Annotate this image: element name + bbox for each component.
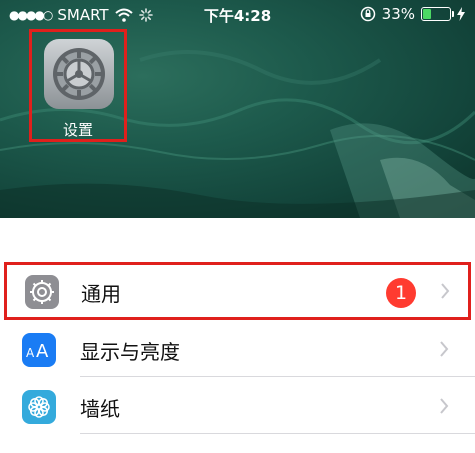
- text-size-icon: A A: [22, 333, 56, 367]
- rotation-lock-icon: [360, 6, 375, 22]
- settings-list: 通用 1 A A 显示与亮度 墙纸: [0, 262, 475, 434]
- chevron-right-icon: [440, 341, 449, 357]
- settings-row-wallpaper[interactable]: 墙纸: [0, 377, 475, 434]
- charging-bolt-icon: [457, 7, 465, 21]
- gear-icon: [53, 48, 105, 100]
- gear-icon: [25, 275, 59, 309]
- settings-app-highlight[interactable]: 设置: [29, 29, 127, 142]
- notification-badge: 1: [386, 278, 416, 308]
- svg-text:A: A: [26, 346, 35, 360]
- chevron-right-icon: [440, 398, 449, 414]
- status-bar: ●●●●○ SMART 下午4:28 33%: [0, 0, 475, 30]
- settings-row-label: 墙纸: [80, 397, 120, 421]
- home-screen: ●●●●○ SMART 下午4:28 33% 设置: [0, 0, 475, 218]
- settings-row-label: 通用: [81, 282, 121, 306]
- flower-icon: [22, 390, 56, 424]
- chevron-right-icon: [441, 283, 450, 299]
- row-separator: [80, 433, 475, 434]
- settings-row-display-brightness[interactable]: A A 显示与亮度: [0, 320, 475, 377]
- svg-text:A: A: [36, 341, 49, 360]
- battery-percent: 33%: [381, 5, 415, 23]
- settings-row-label: 显示与亮度: [80, 340, 180, 364]
- settings-app-label: 设置: [62, 121, 93, 139]
- settings-app-icon[interactable]: [44, 39, 114, 109]
- battery-icon: [421, 7, 454, 21]
- settings-row-general[interactable]: 通用 1: [4, 262, 471, 320]
